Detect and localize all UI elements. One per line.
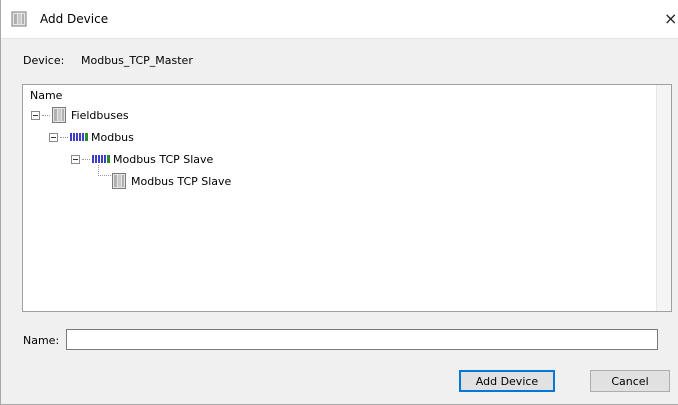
name-input[interactable] (66, 329, 658, 350)
device-label: Device: (23, 54, 65, 67)
title-bar[interactable]: Add Device × (1, 0, 678, 39)
device-module-icon (112, 173, 126, 189)
device-module-icon (52, 107, 66, 123)
add-device-button[interactable]: Add Device (459, 370, 555, 392)
tree-item-label: Modbus (91, 130, 134, 144)
tree-connector (42, 114, 50, 116)
tree-connector (98, 165, 111, 176)
bus-icon (92, 155, 110, 163)
collapse-toggle-icon[interactable] (71, 154, 80, 164)
device-tree[interactable]: Name Fieldbuses Modbus Modbus TCP Slave … (22, 84, 672, 312)
close-icon[interactable]: × (664, 8, 678, 30)
cancel-button[interactable]: Cancel (590, 370, 670, 392)
tree-connector (82, 158, 90, 160)
name-label: Name: (23, 334, 60, 347)
tree-item-label: Modbus TCP Slave (131, 174, 232, 188)
dialog-title: Add Device (40, 12, 109, 26)
bus-icon (70, 133, 88, 141)
vertical-scrollbar[interactable] (656, 85, 671, 311)
tree-item-label: Fieldbuses (71, 108, 129, 122)
collapse-toggle-icon[interactable] (49, 132, 58, 142)
device-value: Modbus_TCP_Master (81, 54, 193, 67)
collapse-toggle-icon[interactable] (31, 110, 40, 120)
add-device-dialog: Add Device × Device: Modbus_TCP_Master N… (0, 0, 678, 405)
tree-item-label: Modbus TCP Slave (113, 152, 214, 166)
tree-column-header: Name (30, 89, 63, 102)
tree-item-modbus-tcp-slave-device[interactable]: Modbus TCP Slave (112, 173, 231, 189)
device-module-icon (11, 11, 27, 27)
tree-item-fieldbuses[interactable]: Fieldbuses (31, 107, 129, 123)
tree-item-modbus[interactable]: Modbus (49, 129, 134, 145)
tree-item-modbus-tcp-slave-bus[interactable]: Modbus TCP Slave (71, 151, 213, 167)
tree-connector (60, 136, 68, 138)
